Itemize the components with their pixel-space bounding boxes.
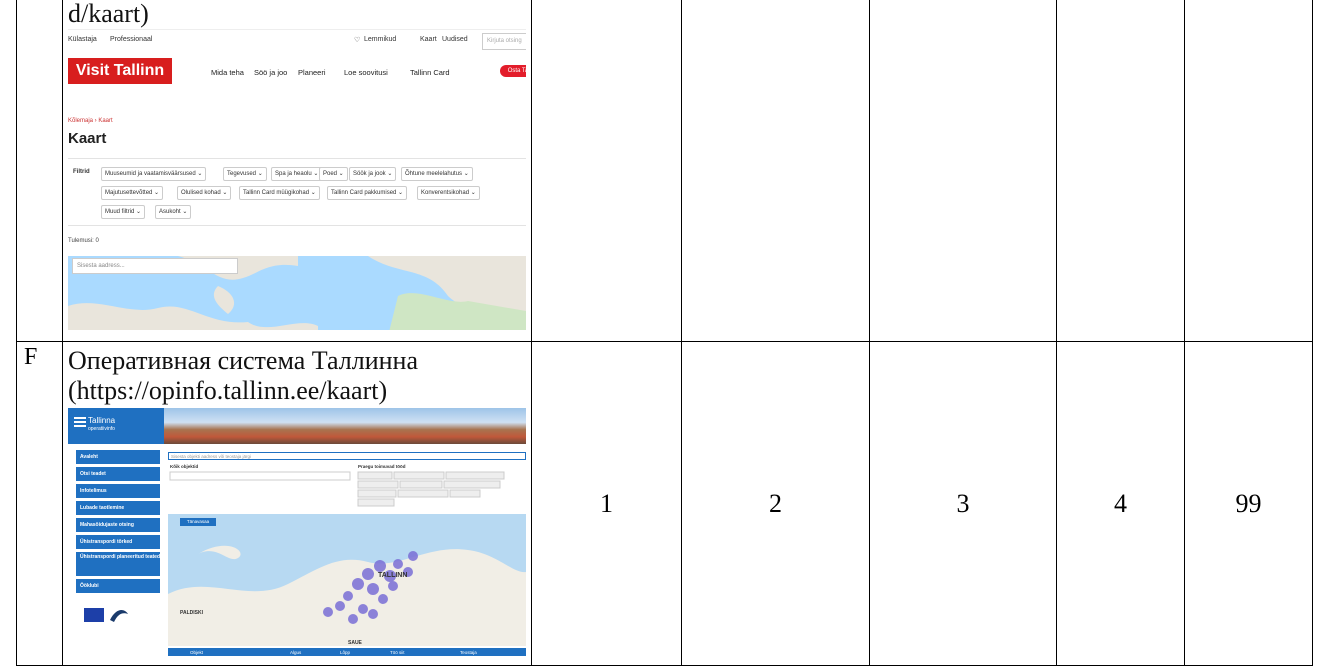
map-view: Sisesta aadress... — [68, 256, 526, 330]
sidebar-item: Infotelimus — [76, 484, 160, 498]
value-cell: 4 — [1056, 341, 1185, 666]
sidebar-item: Ühistranspordi planeeritud teated — [76, 552, 160, 576]
top-link-professional: Professionaal — [110, 36, 153, 43]
map-tag: Tänavasaa — [180, 518, 216, 526]
filter-chip: Õhtune meelelahutus ⌄ — [401, 167, 473, 181]
table-header-cell: Objekt — [190, 650, 204, 655]
table-header-cell: Lõpp — [340, 650, 351, 655]
tallinn-logo-icon — [74, 417, 86, 431]
sidebar-item: Ööklubi — [76, 579, 160, 593]
header-photo — [164, 408, 526, 444]
filter-chip: Tallinn Card müügikohad ⌄ — [239, 186, 320, 200]
top-link-news: Uudised — [442, 36, 468, 43]
eu-flag-icon — [84, 608, 104, 622]
table-header-cell: Teostaja — [460, 650, 477, 655]
filter-panel: Kõik objektid Praegu toimuvad tööd — [168, 462, 526, 510]
filter-label: Filtrid — [73, 169, 90, 175]
nav-item: Tallinn Card — [410, 68, 450, 77]
opinfo-screenshot: Tallinna operatiivinfo Avaleht Otsi tead… — [68, 408, 526, 656]
filter-chip: Asukoht ⌄ — [155, 205, 192, 219]
results-count: Tulemusi: 0 — [68, 238, 99, 244]
value-cell: 3 — [869, 341, 1057, 666]
top-link-favourites: Lemmikud — [364, 36, 397, 43]
search-input: Kirjuta otsing — [482, 33, 526, 50]
sidebar-item: Otsi teadet — [76, 467, 160, 481]
row-content-cell: d/kaart) Külastaja Professionaal ♡ Lemmi… — [62, 0, 532, 342]
breadcrumb: Kõlemaja › Kaart — [68, 118, 113, 124]
filter-chip: Olulised kohad ⌄ — [177, 186, 232, 200]
value-cell — [681, 0, 870, 342]
page-title: Kaart — [68, 130, 107, 147]
table-row: d/kaart) Külastaja Professionaal ♡ Lemmi… — [16, 0, 1313, 342]
filter-chip: Tallinn Card pakkumised ⌄ — [327, 186, 408, 200]
value-cell — [531, 0, 682, 342]
filter-chip: Muud filtrid ⌄ — [101, 205, 146, 219]
filter-chip: Spa ja heaolu ⌄ — [271, 167, 323, 181]
opinfo-logo: Tallinna operatiivinfo — [74, 416, 115, 434]
row-letter-cell — [16, 0, 63, 342]
filter-chip: Muuseumid ja vaatamisväärsused ⌄ — [101, 167, 207, 181]
address-search-input: Sisesta objekti aadress või teostaja jär… — [168, 452, 526, 460]
map-label: TALLINN — [378, 572, 408, 579]
heart-icon: ♡ — [354, 37, 361, 44]
filter-chip: Majutusettevõtted ⌄ — [101, 186, 164, 200]
filter-panel: Filtrid Muuseumid ja vaatamisväärsused ⌄… — [68, 158, 526, 226]
value-cell — [869, 0, 1057, 342]
nav-item: Mida teha — [211, 68, 244, 77]
value-cell — [1056, 0, 1185, 342]
top-link-visitor: Külastaja — [68, 36, 97, 43]
map-land — [168, 545, 526, 646]
value-cell: 99 — [1184, 341, 1313, 666]
sidebar-menu: Avaleht Otsi teadet Infotelimus Lubade t… — [76, 450, 160, 596]
brand-logo: Visit Tallinn — [68, 58, 172, 84]
sidebar-item: Lubade taotlemine — [76, 501, 160, 515]
filter-chip: Tegevused ⌄ — [223, 167, 267, 181]
results-table-header: Objekt Algus Lõpp Töö siit Teostaja — [168, 648, 526, 656]
map-view: Tänavasaa TALLINN PALDISKI SAUE — [168, 514, 526, 646]
row-content-cell: Оперативная система Таллинна (https://op… — [62, 341, 532, 666]
buy-button: Osta Talli — [500, 65, 526, 77]
address-input: Sisesta aadress... — [72, 258, 238, 274]
row-caption: Оперативная система Таллинна (https://op… — [68, 346, 419, 405]
filter-chip: Konverentsikohad ⌄ — [417, 186, 480, 200]
row-caption: d/kaart) — [68, 0, 149, 28]
table-header-cell: Töö siit — [390, 650, 405, 655]
nav-item: Loe soovitusi — [344, 68, 388, 77]
visit-tallinn-screenshot: Külastaja Professionaal ♡ Lemmikud Kaart… — [68, 29, 526, 330]
filter-chip: Poed ⌄ — [319, 167, 348, 181]
filter-chip: Söök ja jook ⌄ — [349, 167, 397, 181]
sidebar-item: Mahasõidujaste otsing — [76, 518, 160, 532]
map-label: SAUE — [348, 640, 362, 646]
bird-logo-icon — [110, 610, 128, 622]
table-header-cell: Algus — [290, 650, 302, 655]
sidebar-item: Avaleht — [76, 450, 160, 464]
nav-item: Söö ja joo — [254, 68, 288, 77]
filter-tags — [169, 471, 505, 507]
value-cell: 2 — [681, 341, 870, 666]
row-letter-cell: F — [16, 341, 63, 666]
nav-item: Planeeri — [298, 68, 326, 77]
top-link-map: Kaart — [420, 36, 437, 43]
sidebar-item: Ühistranspordi tõrked — [76, 535, 160, 549]
value-cell: 1 — [531, 341, 682, 666]
document-table: d/kaart) Külastaja Professionaal ♡ Lemmi… — [16, 0, 1313, 666]
map-label: PALDISKI — [180, 610, 203, 616]
table-row: F Оперативная система Таллинна (https://… — [16, 341, 1313, 666]
value-cell — [1184, 0, 1313, 342]
